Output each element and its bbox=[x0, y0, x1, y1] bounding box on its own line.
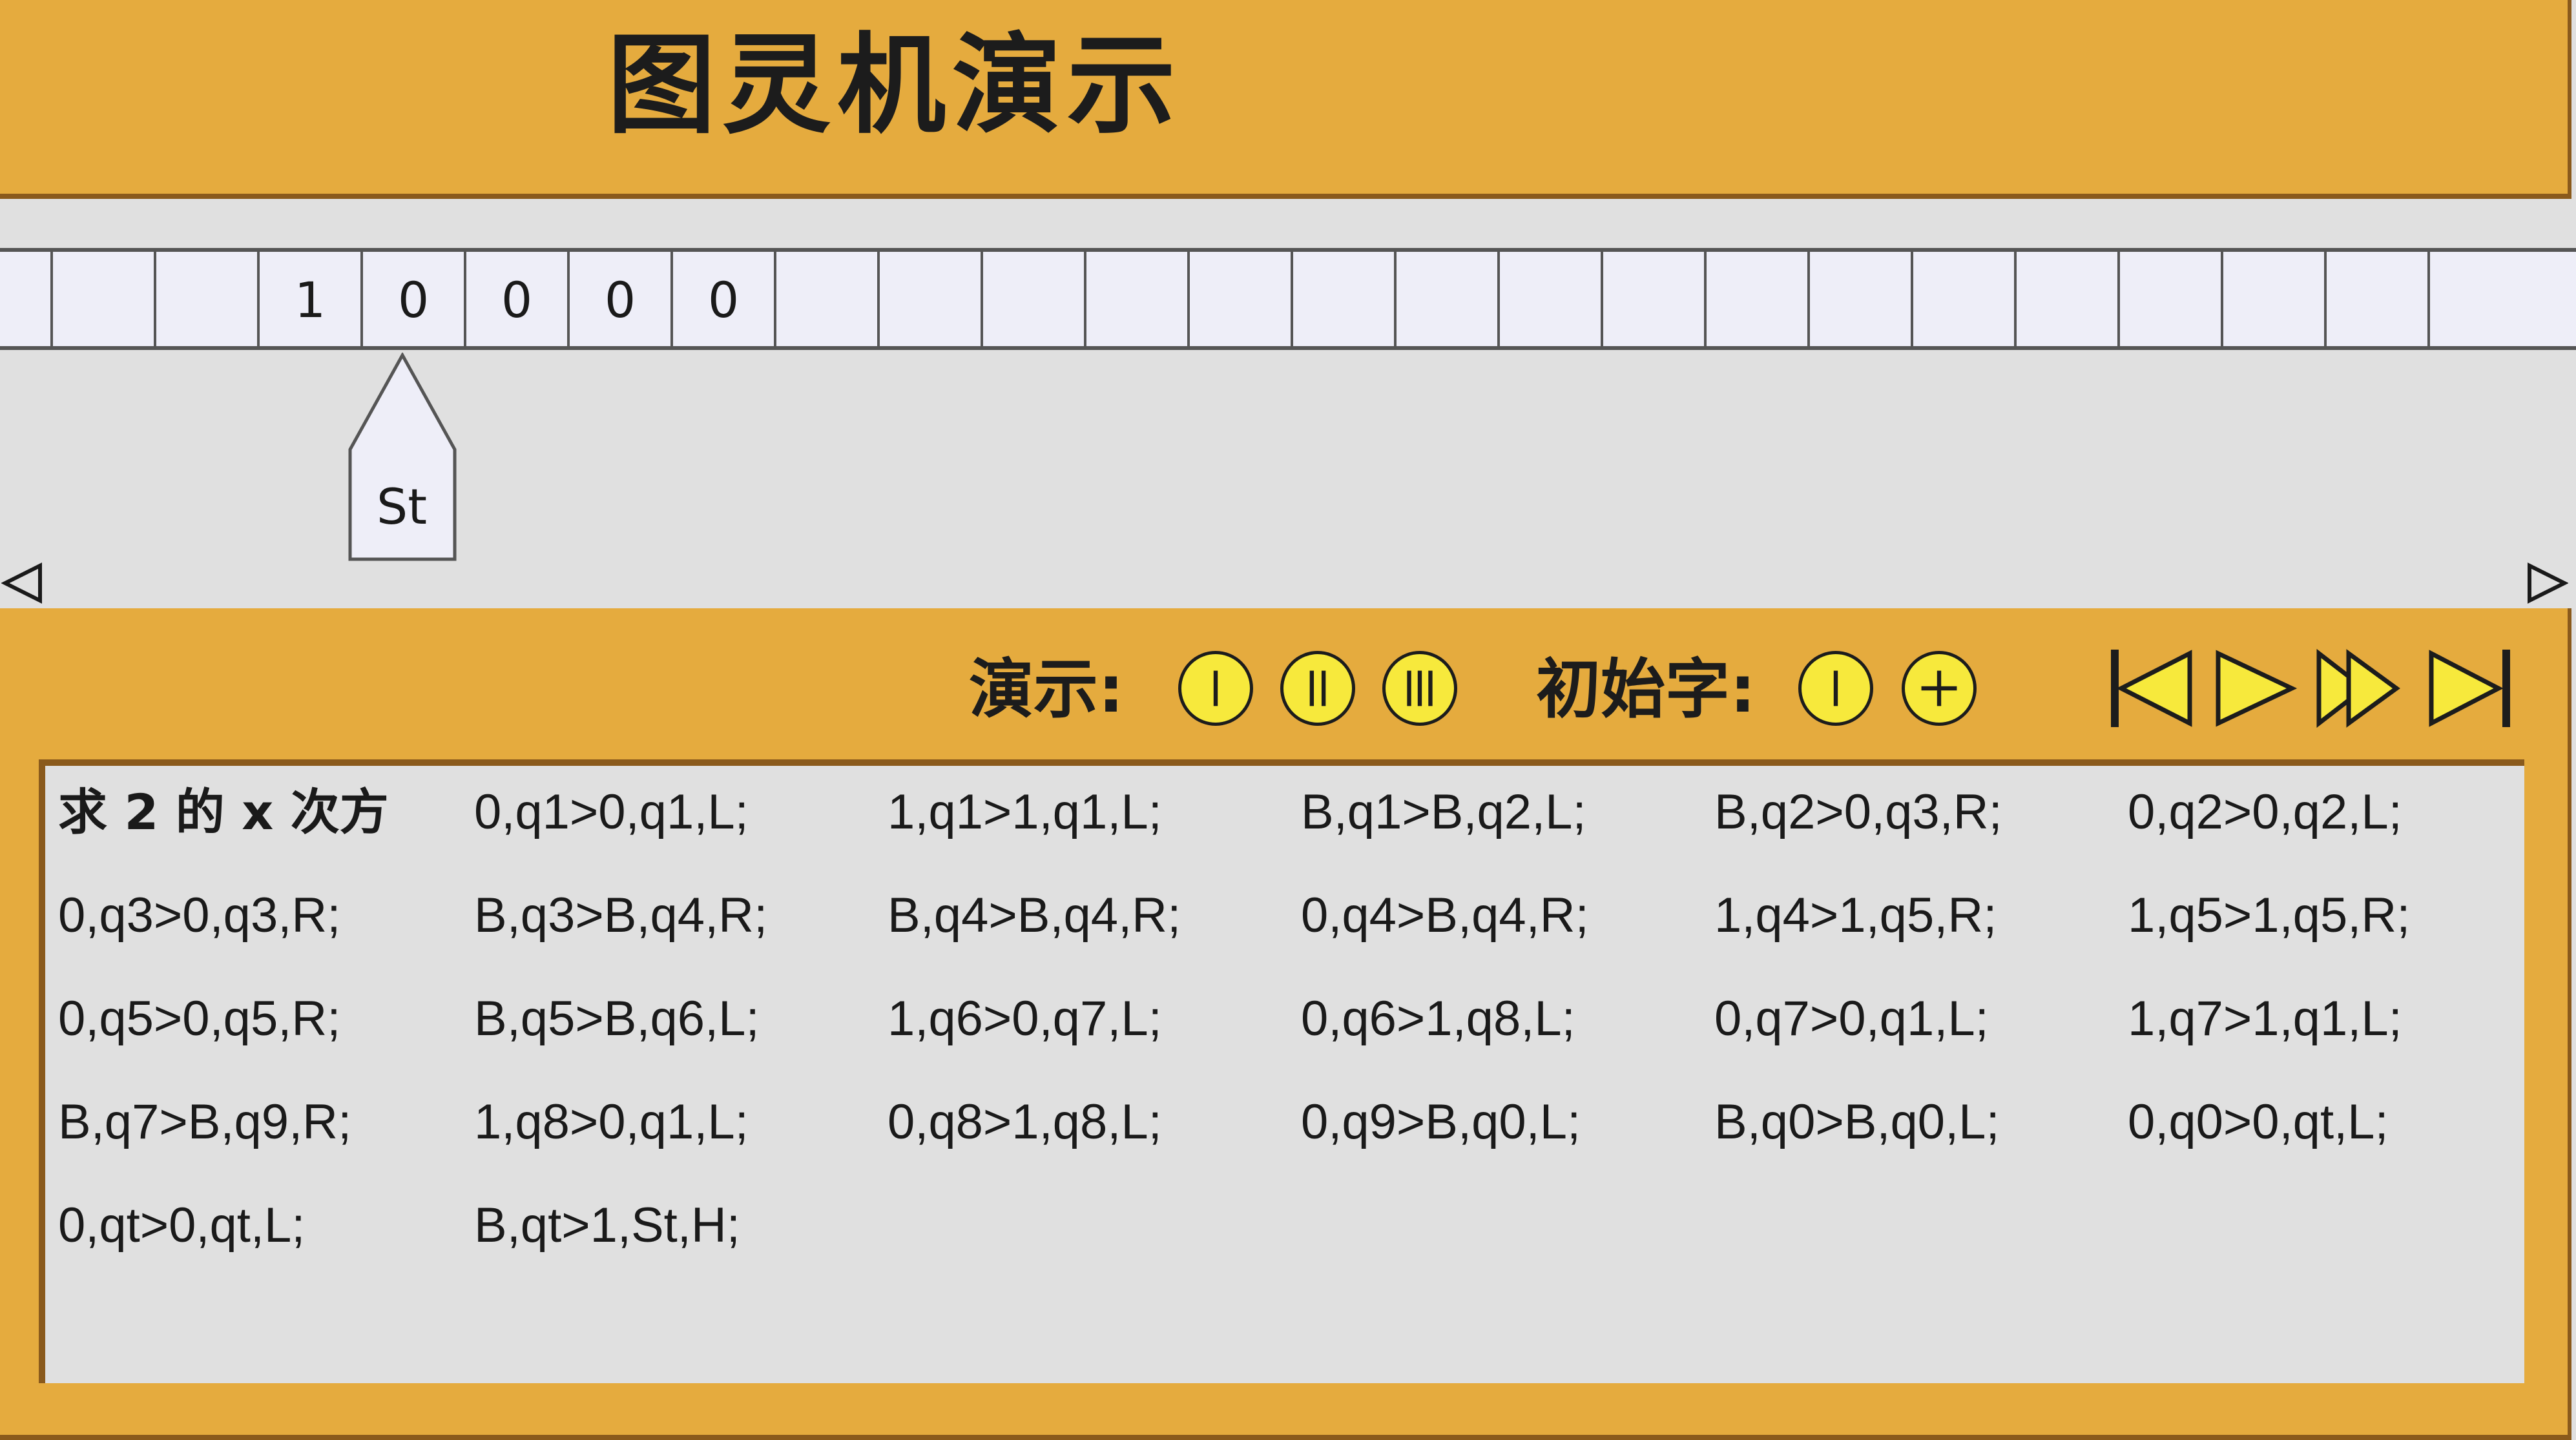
transition-rule: 0,q3>0,q3,R; bbox=[58, 888, 341, 943]
tape-cell[interactable] bbox=[877, 252, 981, 346]
skip-to-start-icon bbox=[2111, 650, 2192, 727]
transition-rule: 0,q0>0,qt,L; bbox=[2128, 1095, 2389, 1149]
transition-rule: 0,qt>0,qt,L; bbox=[58, 1198, 306, 1253]
transition-rule: 0,q7>0,q1,L; bbox=[1714, 991, 1989, 1046]
last-step-button[interactable] bbox=[2422, 644, 2519, 732]
tape-cell[interactable]: 0 bbox=[464, 252, 567, 346]
demo-label: 演示: bbox=[969, 652, 1124, 727]
transition-rule: 0,q6>1,q8,L; bbox=[1301, 991, 1575, 1046]
initial-word-add-button[interactable] bbox=[1902, 651, 1977, 726]
transition-rule: B,q3>B,q4,R; bbox=[474, 888, 768, 943]
scroll-right-icon[interactable] bbox=[2523, 561, 2568, 606]
tape-cell[interactable] bbox=[1187, 252, 1291, 346]
tape-cell[interactable] bbox=[1291, 252, 1394, 346]
tape-cell[interactable]: 0 bbox=[670, 252, 774, 346]
demo-button-3[interactable] bbox=[1382, 651, 1457, 726]
app-header: 图灵机演示 bbox=[0, 0, 2571, 199]
transition-rule: B,q7>B,q9,R; bbox=[58, 1095, 352, 1149]
tape-cell[interactable] bbox=[154, 252, 257, 346]
initial-word-label: 初始字: bbox=[1536, 652, 1756, 727]
transition-rule: 1,q7>1,q1,L; bbox=[2128, 991, 2402, 1046]
skip-to-end-icon bbox=[2429, 650, 2510, 727]
tape-cell[interactable] bbox=[2014, 252, 2117, 346]
demo-button-1[interactable] bbox=[1178, 651, 1253, 726]
tape-cell[interactable] bbox=[1601, 252, 1704, 346]
tape-cell[interactable] bbox=[50, 252, 154, 346]
tape-cell[interactable] bbox=[1704, 252, 1807, 346]
plus-icon bbox=[1921, 670, 1957, 706]
tape-cell[interactable] bbox=[2324, 252, 2427, 346]
play-icon bbox=[2216, 650, 2298, 727]
transition-rule: B,q4>B,q4,R; bbox=[888, 888, 1181, 943]
transition-rule: 0,q8>1,q8,L; bbox=[888, 1095, 1162, 1149]
roman-one-icon bbox=[1833, 670, 1838, 706]
transition-rule: 0,q2>0,q2,L; bbox=[2128, 785, 2402, 839]
transition-rule: 1,q5>1,q5,R; bbox=[2128, 888, 2411, 943]
transition-rule: 0,q4>B,q4,R; bbox=[1301, 888, 1589, 943]
tape-cell[interactable]: 0 bbox=[360, 252, 464, 346]
tape: 10000 bbox=[0, 248, 2576, 350]
tape-cell[interactable]: 0 bbox=[567, 252, 670, 346]
transition-rules-panel: 求 2 的 x 次方 0,q1>0,q1,L; 1,q1>1,q1,L; B,q1>B… bbox=[39, 759, 2524, 1383]
transition-rule: B,q1>B,q2,L; bbox=[1301, 785, 1586, 839]
tape-cell[interactable] bbox=[2427, 252, 2531, 346]
roman-one-icon bbox=[1213, 670, 1218, 706]
transition-rule: 1,q1>1,q1,L; bbox=[888, 785, 1162, 839]
tape-cell[interactable] bbox=[0, 252, 50, 346]
transition-rule: B,q2>0,q3,R; bbox=[1714, 785, 2002, 839]
transition-rule: 1,q6>0,q7,L; bbox=[888, 991, 1162, 1046]
tape-head-state: St bbox=[376, 478, 428, 535]
transition-rule: 1,q4>1,q5,R; bbox=[1714, 888, 1997, 943]
tape-cell[interactable] bbox=[2221, 252, 2324, 346]
transition-rule: 0,q1>0,q1,L; bbox=[474, 785, 749, 839]
tape-cell[interactable] bbox=[774, 252, 877, 346]
transition-rule: 0,q5>0,q5,R; bbox=[58, 991, 341, 1046]
fast-forward-button[interactable] bbox=[2312, 644, 2409, 732]
tape-cell[interactable] bbox=[1911, 252, 2014, 346]
first-step-button[interactable] bbox=[2103, 644, 2200, 732]
tape-cell[interactable]: 1 bbox=[257, 252, 360, 346]
demo-button-2[interactable] bbox=[1280, 651, 1355, 726]
tape-cell[interactable] bbox=[1807, 252, 1911, 346]
transition-rule: B,q5>B,q6,L; bbox=[474, 991, 760, 1046]
tape-cell[interactable] bbox=[1394, 252, 1497, 346]
tape-cell[interactable] bbox=[1497, 252, 1601, 346]
rules-title: 求 2 的 x 次方 bbox=[58, 783, 389, 841]
tape-cell[interactable] bbox=[2117, 252, 2221, 346]
play-button[interactable] bbox=[2208, 644, 2305, 732]
tape-cell[interactable] bbox=[981, 252, 1084, 346]
app-title: 图灵机演示 bbox=[607, 22, 1182, 149]
scroll-left-icon[interactable] bbox=[1, 561, 47, 606]
fast-forward-icon bbox=[2316, 648, 2400, 728]
transition-rule: B,qt>1,St,H; bbox=[474, 1198, 740, 1253]
transition-rule: 0,q9>B,q0,L; bbox=[1301, 1095, 1581, 1149]
initial-word-button-1[interactable] bbox=[1798, 651, 1873, 726]
roman-three-icon bbox=[1407, 670, 1433, 706]
tape-cell[interactable] bbox=[1084, 252, 1187, 346]
roman-two-icon bbox=[1309, 670, 1326, 706]
transition-rule: B,q0>B,q0,L; bbox=[1714, 1095, 2000, 1149]
transition-rule: 1,q8>0,q1,L; bbox=[474, 1095, 749, 1149]
